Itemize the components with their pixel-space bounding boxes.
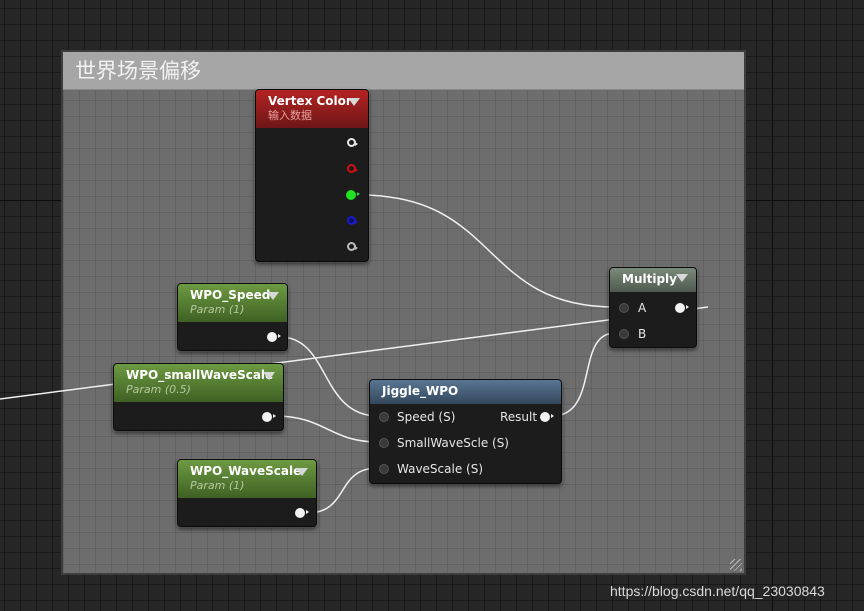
wpo-wave-scale-node[interactable]: WPO_WaveScale Param (1) — [177, 459, 317, 527]
node-subtitle: Param (1) — [190, 303, 245, 316]
input-pin-icon[interactable] — [379, 438, 389, 448]
wpo-small-wave-scale-header[interactable]: WPO_smallWaveScale Param (0.5) — [114, 364, 283, 402]
collapse-arrow-icon[interactable] — [267, 292, 279, 300]
input-pin-icon[interactable] — [619, 329, 629, 339]
vertex-color-header[interactable]: Vertex Color 输入数据 — [256, 90, 368, 128]
input-pin-icon[interactable] — [379, 464, 389, 474]
wpo-wave-scale-header[interactable]: WPO_WaveScale Param (1) — [178, 460, 316, 498]
pin-label-result: Result — [500, 410, 538, 424]
wpo-speed-node[interactable]: WPO_Speed Param (1) — [177, 283, 288, 351]
node-subtitle: Param (1) — [190, 479, 245, 492]
pin-label-a: A — [638, 301, 647, 315]
output-pin-icon[interactable] — [347, 216, 358, 225]
material-graph-canvas[interactable]: 世界场景偏移 Vertex Color 输入数据 WPO_Speed Param… — [0, 0, 864, 611]
wpo-small-wave-scale-node[interactable]: WPO_smallWaveScale Param (0.5) — [113, 363, 284, 431]
output-pin-icon[interactable] — [347, 242, 358, 251]
input-pin-icon[interactable] — [379, 412, 389, 422]
multiply-header[interactable]: Multiply — [610, 268, 696, 292]
resize-grip-icon[interactable] — [730, 559, 742, 571]
collapse-arrow-icon[interactable] — [263, 372, 275, 380]
output-pin-icon[interactable] — [347, 164, 358, 173]
output-pin-icon[interactable] — [675, 303, 689, 313]
output-pin-icon[interactable] — [346, 190, 360, 200]
vertex-color-node[interactable]: Vertex Color 输入数据 — [255, 89, 369, 262]
pin-label-b: B — [638, 327, 647, 341]
pin-label-small-wave-scale: SmallWaveScle (S) — [397, 436, 509, 450]
jiggle-wpo-node[interactable]: Jiggle_WPO Speed (S) SmallWaveScle (S) W… — [369, 379, 562, 484]
node-title: Jiggle_WPO — [382, 384, 459, 398]
node-title: WPO_smallWaveScale — [126, 368, 274, 382]
node-subtitle: Param (0.5) — [126, 383, 191, 396]
multiply-node[interactable]: Multiply A B — [609, 267, 697, 348]
collapse-arrow-icon[interactable] — [296, 468, 308, 476]
watermark: https://blog.csdn.net/qq_23030843 — [610, 583, 825, 599]
output-pin-icon[interactable] — [347, 138, 358, 147]
collapse-arrow-icon[interactable] — [676, 274, 688, 282]
wpo-speed-header[interactable]: WPO_Speed Param (1) — [178, 284, 287, 322]
pin-label-speed: Speed (S) — [397, 410, 456, 424]
jiggle-wpo-header[interactable]: Jiggle_WPO — [370, 380, 561, 404]
output-pin-icon[interactable] — [540, 412, 554, 422]
output-pin-icon[interactable] — [267, 332, 281, 342]
input-pin-icon[interactable] — [619, 303, 629, 313]
output-pin-icon[interactable] — [295, 508, 309, 518]
pin-label-wave-scale: WaveScale (S) — [397, 462, 484, 476]
node-subtitle: 输入数据 — [268, 109, 312, 122]
collapse-arrow-icon[interactable] — [348, 98, 360, 106]
comment-title[interactable]: 世界场景偏移 — [63, 52, 744, 90]
output-pin-icon[interactable] — [262, 412, 276, 422]
